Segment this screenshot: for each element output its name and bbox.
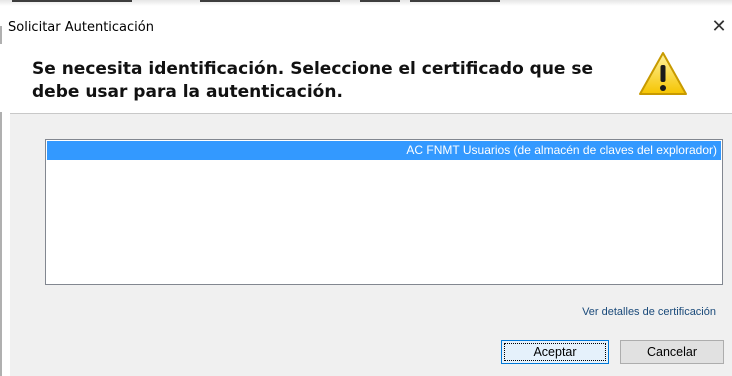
focus-ring <box>504 343 606 361</box>
certificate-list[interactable]: AC FNMT Usuarios (de almacén de claves d… <box>45 139 723 285</box>
view-certificate-details-link[interactable]: Ver detalles de certificación <box>582 306 716 318</box>
warning-icon <box>639 52 687 95</box>
close-icon[interactable]: ✕ <box>708 16 730 38</box>
certificate-list-item[interactable]: AC FNMT Usuarios (de almacén de claves d… <box>47 141 721 160</box>
instruction-heading: Se necesita identificación. Seleccione e… <box>32 59 594 102</box>
header-area: Se necesita identificación. Seleccione e… <box>0 44 732 112</box>
authentication-dialog: Solicitar Autenticación ✕ Se necesita id… <box>0 0 732 376</box>
cancel-button[interactable]: Cancelar <box>620 340 724 364</box>
accept-button[interactable]: Aceptar <box>501 340 609 364</box>
dialog-title: Solicitar Autenticación <box>8 20 154 35</box>
top-edge-strip <box>0 0 732 6</box>
